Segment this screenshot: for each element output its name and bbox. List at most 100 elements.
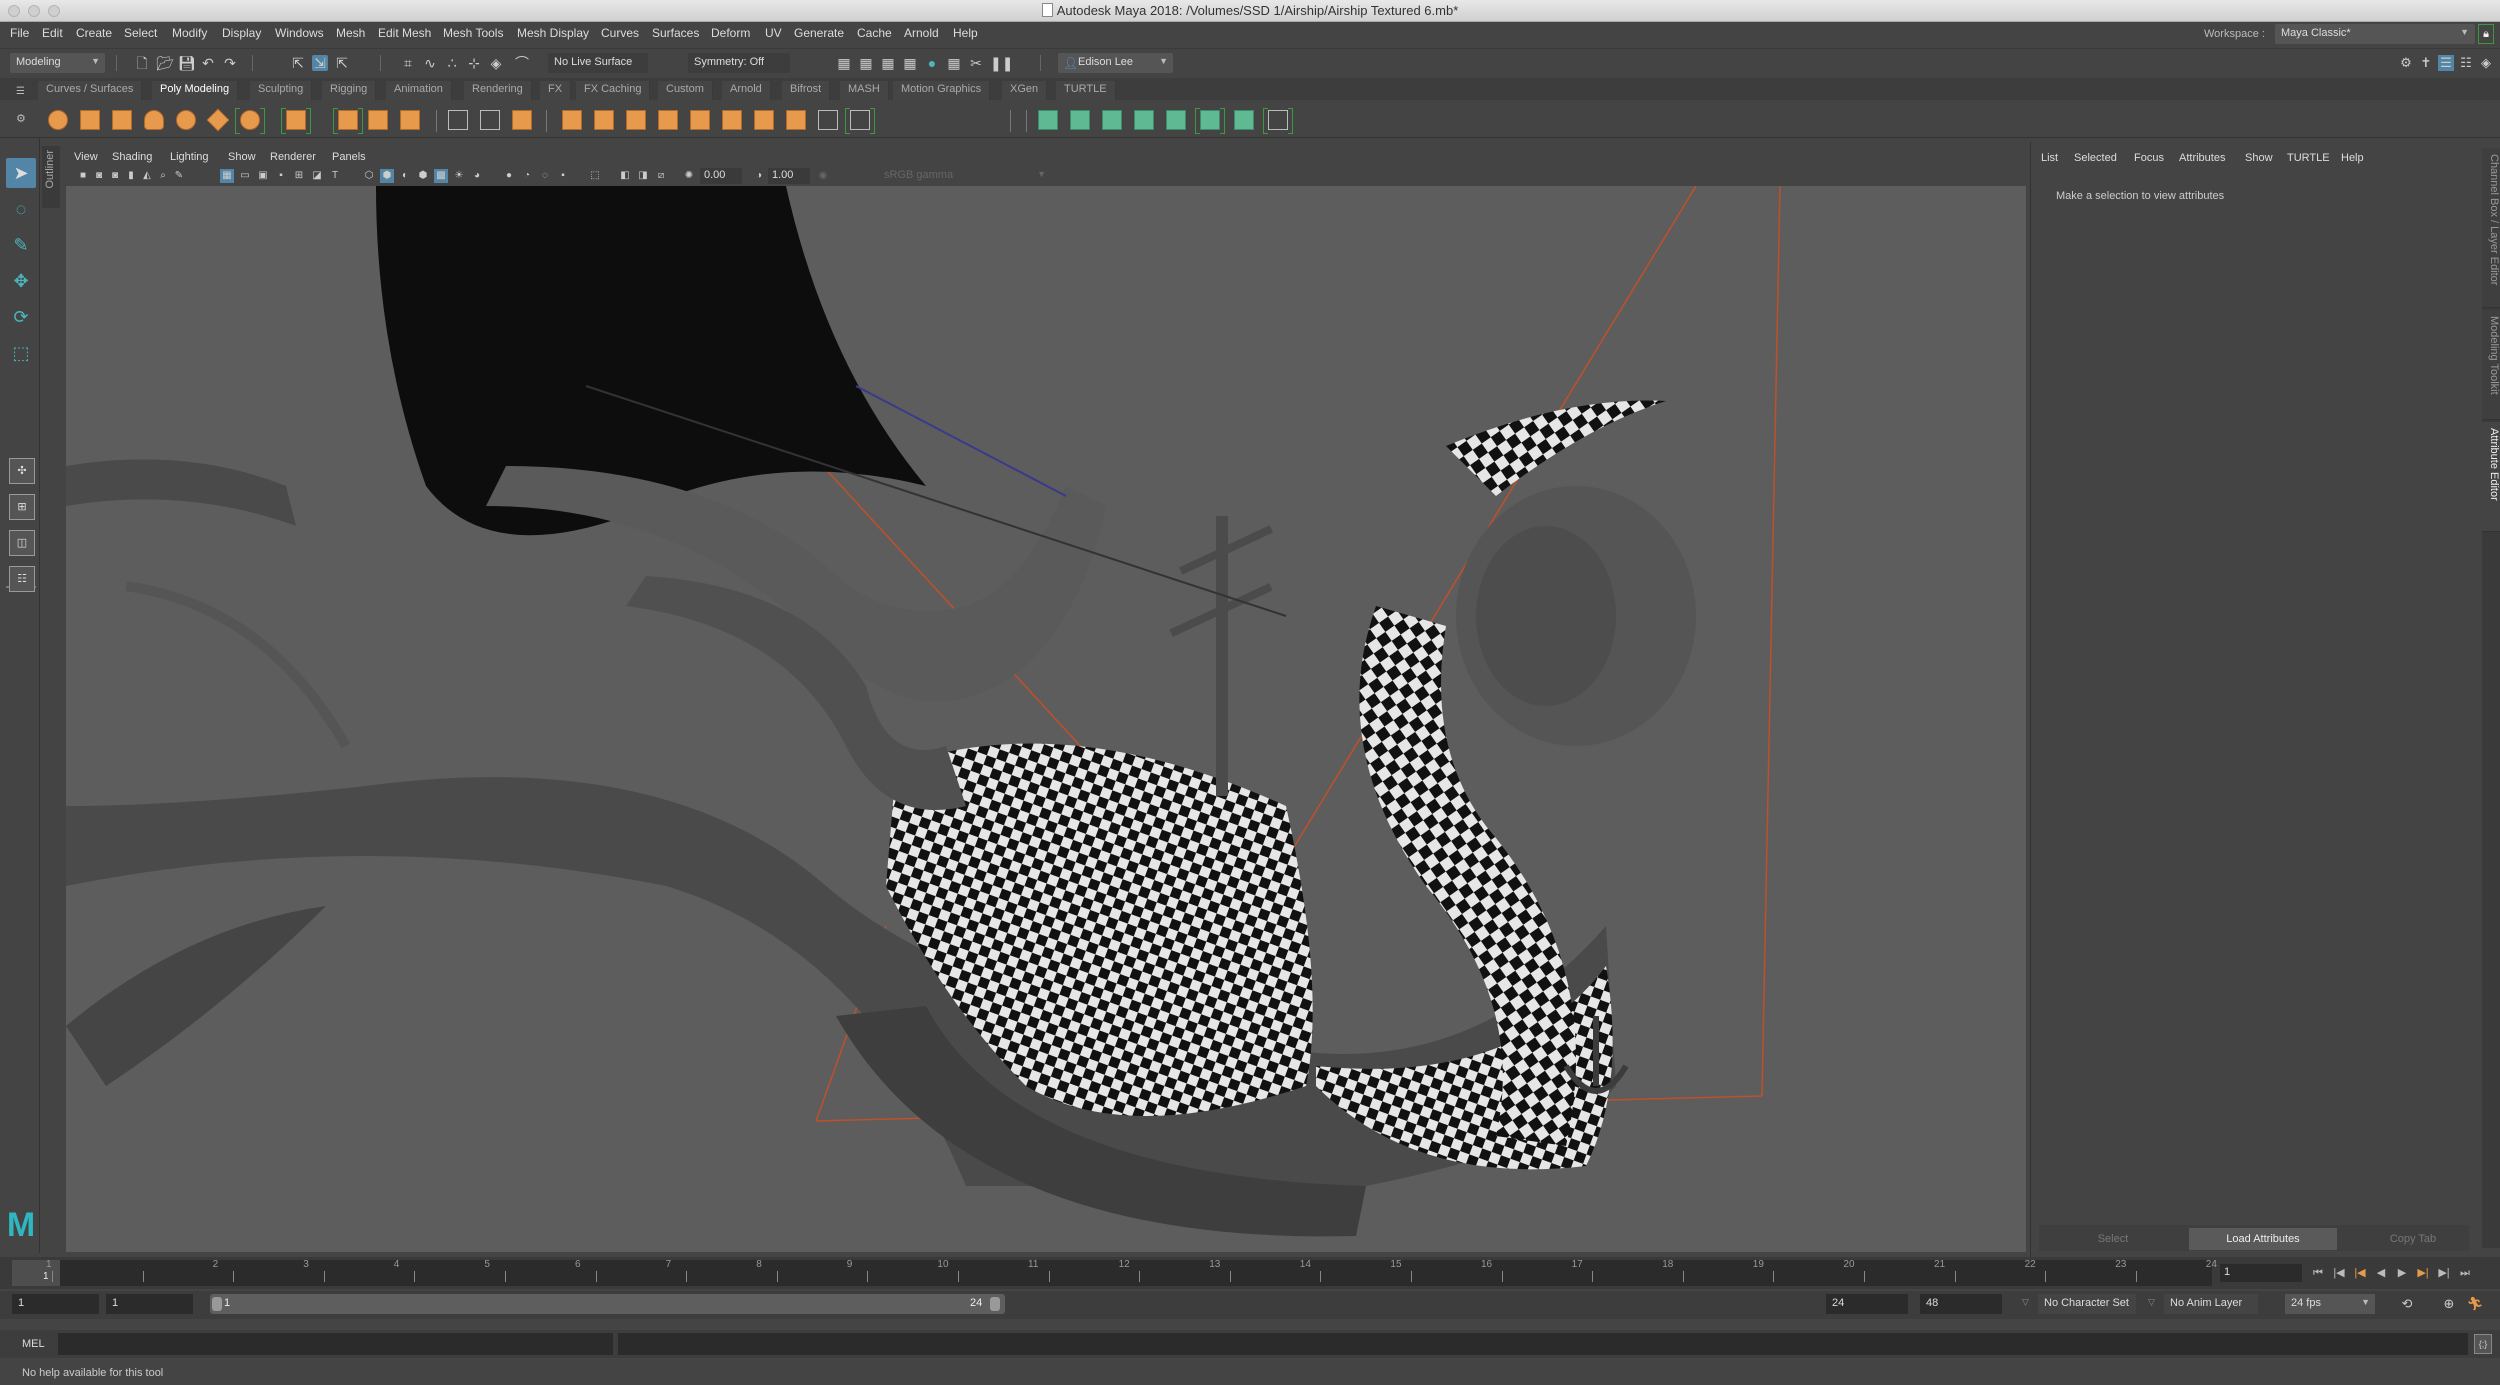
menu-create[interactable]: Create <box>76 26 112 40</box>
exposure-icon[interactable]: ✺ <box>682 169 696 183</box>
render-view-icon[interactable]: ▦ <box>946 55 962 71</box>
tab-mash[interactable]: MASH <box>840 81 889 100</box>
render-setup-icon[interactable]: ✂ <box>968 55 984 71</box>
menu-mesh-tools[interactable]: Mesh Tools <box>443 26 503 40</box>
anti-aliasing-icon[interactable]: ◌ <box>538 169 552 183</box>
perspective-viewport[interactable] <box>66 186 2026 1252</box>
playback-end-field[interactable]: 24 <box>1826 1294 1908 1314</box>
step-forward-frame-icon[interactable]: ▶| <box>2436 1265 2452 1281</box>
redo-icon[interactable]: ↷ <box>222 55 238 71</box>
panel-menu-show[interactable]: Show <box>228 151 256 163</box>
shelf-menu-icon[interactable]: ☰ <box>16 86 25 97</box>
attr-menu-show[interactable]: Show <box>2245 152 2273 164</box>
anim-layer-dropdown[interactable]: No Anim Layer <box>2164 1294 2258 1314</box>
combine-icon[interactable] <box>510 108 534 132</box>
extract-icon[interactable] <box>592 108 616 132</box>
play-forwards-icon[interactable]: ▶ <box>2394 1265 2410 1281</box>
menu-uv[interactable]: UV <box>765 26 782 40</box>
xray-icon[interactable]: ◧ <box>618 169 632 183</box>
planar-uv-icon[interactable] <box>1036 108 1060 132</box>
select-by-component-icon[interactable]: ⇱ <box>334 55 350 71</box>
menu-edit-mesh[interactable]: Edit Mesh <box>378 26 431 40</box>
platonic-solid-icon[interactable] <box>281 108 311 134</box>
menu-surfaces[interactable]: Surfaces <box>652 26 699 40</box>
target-weld-icon[interactable] <box>784 108 808 132</box>
single-perspective-layout-icon[interactable]: ✣ <box>9 458 35 484</box>
anim-layer-menu-icon[interactable]: ▽ <box>2148 1297 2155 1308</box>
wireframe-on-shaded-icon[interactable]: ⬢ <box>416 169 430 183</box>
menu-help[interactable]: Help <box>953 26 978 40</box>
view-transform-dropdown[interactable]: sRGB gamma ▼ <box>880 168 1050 184</box>
command-input[interactable] <box>58 1333 613 1355</box>
attr-menu-focus[interactable]: Focus <box>2134 152 2164 164</box>
tab-fx[interactable]: FX <box>540 81 572 100</box>
attr-menu-attributes[interactable]: Attributes <box>2179 152 2225 164</box>
panel-menu-renderer[interactable]: Renderer <box>270 151 316 163</box>
attr-menu-selected[interactable]: Selected <box>2074 152 2117 164</box>
menu-curves[interactable]: Curves <box>601 26 639 40</box>
cut-sew-icon[interactable] <box>1263 108 1293 134</box>
menu-deform[interactable]: Deform <box>711 26 750 40</box>
menu-display[interactable]: Display <box>222 26 261 40</box>
step-back-frame-icon[interactable]: |◀ <box>2331 1265 2347 1281</box>
image-plane-icon[interactable]: ◭ <box>140 169 154 183</box>
move-tool-icon[interactable]: ✥ <box>6 266 36 296</box>
tab-poly-modeling[interactable]: Poly Modeling <box>152 81 239 100</box>
spherical-uv-icon[interactable] <box>1100 108 1124 132</box>
select-tool-icon[interactable]: ➤ <box>6 158 36 188</box>
loop-icon[interactable]: ⟲ <box>2398 1295 2416 1313</box>
play-backwards-icon[interactable]: ◀ <box>2373 1265 2389 1281</box>
command-language-toggle[interactable]: MEL <box>22 1338 45 1350</box>
go-to-end-icon[interactable]: ⏭ <box>2457 1265 2473 1281</box>
tab-animation[interactable]: Animation <box>386 81 452 100</box>
go-to-start-icon[interactable]: ⏮ <box>2310 1265 2326 1281</box>
tab-sculpting[interactable]: Sculpting <box>250 81 313 100</box>
separate-icon[interactable] <box>560 108 584 132</box>
load-attributes-button[interactable]: Load Attributes <box>2189 1228 2337 1250</box>
extrude-icon[interactable] <box>688 108 712 132</box>
tab-fx-caching[interactable]: FX Caching <box>576 81 651 100</box>
tab-attribute-editor[interactable]: Attribute Editor <box>2482 422 2500 532</box>
smooth-shade-icon[interactable]: ⬢ <box>380 169 394 183</box>
poly-disc-icon[interactable] <box>235 108 265 134</box>
grid-icon[interactable]: ▦ <box>220 169 234 183</box>
animation-preferences-icon[interactable]: 🏃︎ <box>2466 1295 2484 1313</box>
grease-pencil-icon[interactable]: ✎ <box>172 169 186 183</box>
tab-xgen[interactable]: XGen <box>1002 81 1048 100</box>
tab-modeling-toolkit[interactable]: Modeling Toolkit <box>2482 310 2500 420</box>
bridge-icon[interactable] <box>656 108 680 132</box>
character-controls-toggle-icon[interactable]: ✝ <box>2418 55 2434 71</box>
symmetry-dropdown[interactable]: Symmetry: Off <box>688 53 790 73</box>
step-back-key-icon[interactable]: |◀ <box>2352 1265 2368 1281</box>
isolate-select-icon[interactable]: ⬚ <box>588 169 602 183</box>
open-scene-icon[interactable]: 📂︎ <box>156 55 174 71</box>
auto-key-icon[interactable]: ⊕ <box>2440 1295 2458 1313</box>
xray-joints-icon[interactable]: ⧄ <box>654 169 668 183</box>
textured-icon[interactable]: ▩ <box>434 169 448 183</box>
shelf-gear-icon[interactable]: ⚙ <box>16 112 26 125</box>
ipr-render-icon[interactable]: ▦ <box>880 55 896 71</box>
wireframe-icon[interactable]: ⬡ <box>362 169 376 183</box>
poly-cube-icon[interactable] <box>78 108 102 132</box>
animation-start-field[interactable]: 1 <box>12 1294 99 1314</box>
use-default-material-icon[interactable]: ◐ <box>398 169 412 183</box>
workspace-dropdown[interactable]: Maya Classic* ▼ <box>2275 24 2475 44</box>
outliner-tab[interactable]: Outliner <box>42 146 60 208</box>
tab-curves-surfaces[interactable]: Curves / Surfaces <box>38 81 143 100</box>
select-button[interactable]: Select <box>2039 1228 2187 1250</box>
menu-mesh[interactable]: Mesh <box>336 26 365 40</box>
animation-end-field[interactable]: 48 <box>1920 1294 2002 1314</box>
poly-cylinder-icon[interactable] <box>110 108 134 132</box>
bookmarks-icon[interactable]: ▮ <box>124 169 138 183</box>
lasso-tool-icon[interactable]: ◌ <box>6 194 36 224</box>
xray-active-components-icon[interactable]: ◨ <box>636 169 650 183</box>
automatic-uv-icon[interactable] <box>1132 108 1156 132</box>
safe-title-icon[interactable]: T <box>328 169 342 183</box>
tab-rigging[interactable]: Rigging <box>322 81 377 100</box>
attr-menu-list[interactable]: List <box>2041 152 2058 164</box>
current-frame-field[interactable]: 1 <box>2220 1264 2302 1282</box>
render-sequence-icon[interactable]: ▦ <box>858 55 874 71</box>
menu-windows[interactable]: Windows <box>275 26 324 40</box>
snap-to-view-plane-icon[interactable]: ⊹ <box>466 55 482 71</box>
poly-plane-icon[interactable] <box>206 108 230 132</box>
